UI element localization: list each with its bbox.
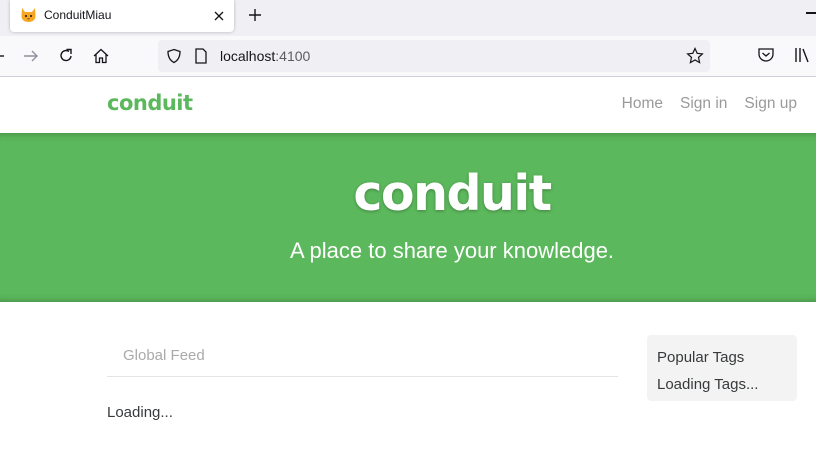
banner-subtitle: A place to share your knowledge. [289,238,615,263]
nav-link-sign-up[interactable]: Sign up [744,95,797,113]
pocket-icon[interactable] [757,46,775,64]
web-page: conduit Home Sign in Sign up conduit A p… [0,78,816,464]
browser-toolbar: localhost:4100 [0,36,816,77]
url-host: localhost [220,48,276,64]
nav-links: Home Sign in Sign up [622,95,797,113]
browser-tab[interactable]: ConduitMiau [10,0,234,32]
page-icon[interactable] [194,48,208,64]
popular-tags-sidebar: Popular Tags Loading Tags... [647,335,797,401]
arrow-right-icon[interactable] [21,46,41,66]
tags-loading-text: Loading Tags... [657,376,759,393]
articles-loading-text: Loading... [107,404,173,421]
tab-title: ConduitMiau [44,8,112,22]
nav-link-home[interactable]: Home [622,95,663,113]
tab-overflow-edge [806,12,816,14]
url-text[interactable]: localhost:4100 [220,48,310,64]
nav-link-sign-in[interactable]: Sign in [680,95,727,113]
cat-favicon-icon [21,8,36,22]
shield-icon[interactable] [166,48,182,64]
tab-global-feed[interactable]: Global Feed [123,347,205,364]
star-icon[interactable] [686,47,704,65]
home-icon[interactable] [91,46,111,66]
library-icon[interactable] [794,46,812,64]
feed-toggle: Global Feed [107,335,618,377]
url-bar[interactable]: localhost:4100 [158,40,710,72]
url-port: :4100 [275,48,311,64]
arrow-left-icon[interactable] [0,46,14,66]
plus-icon[interactable] [245,5,265,25]
browser-tab-bar: ConduitMiau [0,0,816,36]
reload-icon[interactable] [56,46,76,66]
close-icon[interactable] [210,7,228,25]
site-navbar: conduit Home Sign in Sign up [0,78,816,133]
brand-logo[interactable]: conduit [107,91,193,115]
sidebar-title: Popular Tags [657,349,745,366]
hero-banner: conduit A place to share your knowledge. [0,133,816,302]
banner-title: conduit [353,165,552,222]
